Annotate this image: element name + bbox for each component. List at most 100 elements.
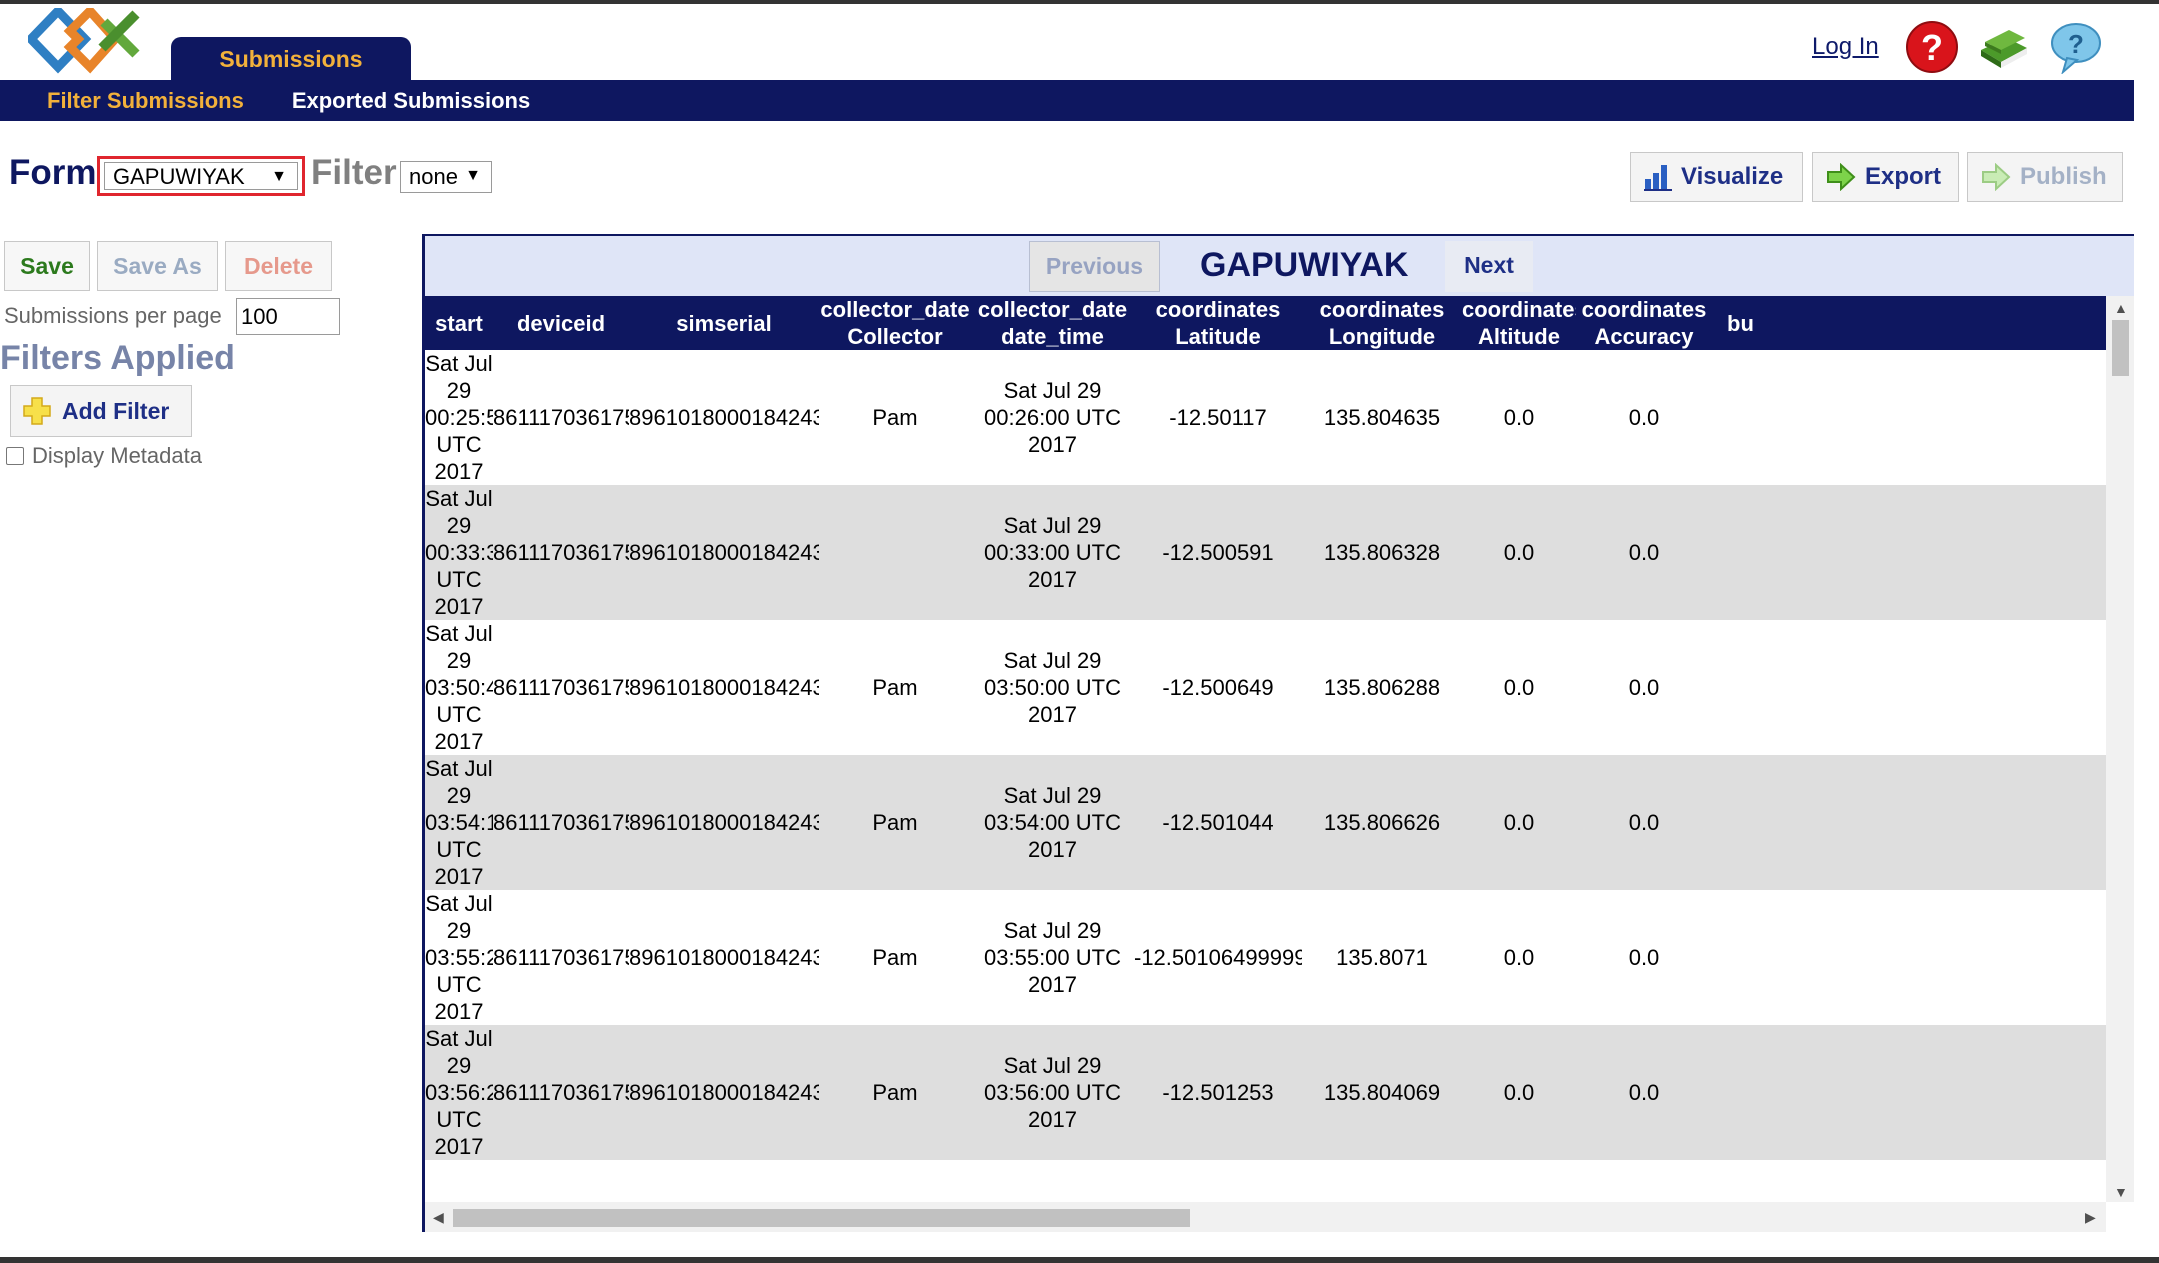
- table-cell-start: Sat Jul 29 00:25:55 UTC 2017: [425, 351, 493, 484]
- table-row[interactable]: Sat Jul 29 00:33:31 UTC 2017861117036175…: [425, 485, 2106, 620]
- table-cell-lon: 135.806288: [1323, 675, 1441, 700]
- column-header[interactable]: simserial: [629, 296, 819, 350]
- table-cell-simserial: [629, 1160, 819, 1202]
- table-body: Sat Jul 29 00:25:55 UTC 2017861117036175…: [425, 350, 2106, 1202]
- export-label: Export: [1865, 163, 1942, 190]
- svg-text:?: ?: [2068, 29, 2084, 59]
- chat-help-icon[interactable]: ?: [2049, 20, 2103, 74]
- table-cell-collector: Pam: [872, 945, 918, 970]
- column-header[interactable]: start: [425, 296, 493, 350]
- table-cell-alt: [1462, 1160, 1576, 1202]
- bar-chart-icon: [1644, 165, 1672, 191]
- scrollbar-thumb[interactable]: [453, 1209, 1190, 1227]
- table-row[interactable]: Sat Jul 29 03:56:21 UTC 2017861117036175…: [425, 1025, 2106, 1160]
- scrollbar-thumb[interactable]: [2112, 320, 2129, 376]
- header-links: Log In ? ?: [1812, 17, 2103, 77]
- column-header[interactable]: coordinates Longitude: [1302, 296, 1462, 350]
- table-cell-date-time: Sat Jul 29 03:56:00 UTC 2017: [971, 1025, 1134, 1160]
- table-cell-date-time: Sat Jul 29 03:50:00 UTC 2017: [984, 648, 1121, 727]
- table-cell-lon: 135.8071: [1336, 945, 1428, 970]
- visualize-label: Visualize: [1681, 163, 1784, 190]
- save-button[interactable]: Save: [4, 241, 90, 291]
- next-button[interactable]: Next: [1445, 241, 1533, 292]
- scroll-right-icon[interactable]: ▶: [2085, 1209, 2096, 1226]
- column-header[interactable]: collector_date date_time: [971, 296, 1134, 350]
- table-row[interactable]: Sat Jul 29 03:50:48 UTC 2017861117036175…: [425, 620, 2106, 755]
- table-cell-simserial: 89610180001842434052: [629, 945, 819, 970]
- submissions-table: start deviceid simserial collector_date C…: [425, 296, 2106, 1202]
- pager-bar: Previous GAPUWIYAK Next: [425, 236, 2134, 296]
- table-cell-lon: 135.806328: [1302, 485, 1462, 620]
- table-cell-lat: [1134, 1160, 1302, 1202]
- display-metadata-label: Display Metadata: [32, 443, 202, 468]
- table-cell-collector: Pam: [819, 755, 971, 890]
- odk-logo[interactable]: [28, 8, 140, 74]
- table-cell-lon: 135.804635: [1323, 405, 1441, 430]
- table-cell-alt: 0.0: [1503, 675, 1535, 700]
- scroll-left-icon[interactable]: ◀: [433, 1209, 444, 1226]
- column-header[interactable]: bu: [1712, 296, 2106, 350]
- table-cell-start: Sat Jul 29 03:54:16 UTC 2017: [425, 755, 493, 890]
- horizontal-scrollbar[interactable]: ◀ ▶: [425, 1202, 2106, 1232]
- table-cell-deviceid: 861117036175362: [493, 485, 629, 620]
- delete-button[interactable]: Delete: [225, 241, 332, 291]
- table-cell-lon: [1302, 1160, 1462, 1202]
- table-cell-bu: [1712, 1160, 2106, 1202]
- arrow-right-icon: [1982, 163, 2011, 191]
- table-cell-simserial: 89610180001842434052: [629, 405, 819, 430]
- table-cell-lat: -12.50117: [1169, 405, 1267, 430]
- table-row[interactable]: Sat Jul 29 Sat Jul 29: [425, 1160, 2106, 1203]
- scroll-up-icon[interactable]: ▲: [2114, 300, 2128, 316]
- save-as-button[interactable]: Save As: [97, 241, 218, 291]
- table-cell-bu: [1712, 890, 2106, 1025]
- column-header[interactable]: deviceid: [493, 296, 629, 350]
- table-cell-bu: [1712, 755, 2106, 890]
- table-cell-start: Sat Jul 29 03:55:24 UTC 2017: [425, 891, 493, 1024]
- publish-button[interactable]: Publish: [1967, 152, 2123, 202]
- filter-select[interactable]: none ▼: [400, 161, 492, 193]
- table-cell-lon: 135.806626: [1302, 755, 1462, 890]
- submissions-per-page-input[interactable]: 100: [236, 298, 340, 335]
- nav-exported-submissions[interactable]: Exported Submissions: [268, 88, 554, 114]
- form-select[interactable]: GAPUWIYAK ▼: [97, 156, 305, 196]
- dropdown-arrow-icon: ▼: [465, 167, 481, 184]
- submissions-pane: Previous GAPUWIYAK Next start deviceid s…: [422, 234, 2134, 1232]
- table-cell-alt: 0.0: [1503, 945, 1535, 970]
- help-icon[interactable]: ?: [1905, 20, 1959, 74]
- bottom-border: [0, 1257, 2159, 1263]
- top-border: [0, 0, 2159, 4]
- table-header-row: start deviceid simserial collector_date C…: [425, 296, 2106, 350]
- vertical-scrollbar[interactable]: ▲ ▼: [2106, 296, 2134, 1202]
- table-cell-alt: 0.0: [1462, 755, 1576, 890]
- column-header[interactable]: coordinates Accuracy: [1576, 296, 1712, 350]
- table-cell-collector: Pam: [819, 1025, 971, 1160]
- login-link[interactable]: Log In: [1812, 33, 1879, 61]
- previous-button[interactable]: Previous: [1029, 241, 1160, 292]
- column-header[interactable]: coordinates Altitude: [1462, 296, 1576, 350]
- table-cell-lat: -12.501064999999999: [1134, 945, 1302, 970]
- book-icon[interactable]: [1977, 20, 2031, 74]
- column-header[interactable]: coordinates Latitude: [1134, 296, 1302, 350]
- publish-label: Publish: [2020, 163, 2107, 190]
- table-cell-deviceid: 861117036175362: [493, 755, 629, 890]
- add-filter-button[interactable]: Add Filter: [10, 385, 192, 437]
- display-metadata-checkbox[interactable]: [6, 447, 24, 465]
- table-cell-simserial: 89610180001842434052: [629, 675, 819, 700]
- table-cell-simserial: 89610180001842434052: [629, 485, 819, 620]
- table-cell-lat: -12.500649: [1162, 675, 1274, 700]
- submissions-per-page-label: Submissions per page: [4, 303, 222, 328]
- table-row[interactable]: Sat Jul 29 03:54:16 UTC 2017861117036175…: [425, 755, 2106, 890]
- table-cell-collector: Pam: [872, 675, 918, 700]
- export-button[interactable]: Export: [1812, 152, 1959, 202]
- table-cell-bu: [1712, 350, 2106, 485]
- table-row[interactable]: Sat Jul 29 03:55:24 UTC 2017861117036175…: [425, 890, 2106, 1025]
- table-row[interactable]: Sat Jul 29 00:25:55 UTC 2017861117036175…: [425, 350, 2106, 485]
- filter-label: Filter: [311, 153, 397, 192]
- nav-filter-submissions[interactable]: Filter Submissions: [0, 88, 268, 114]
- tab-submissions[interactable]: Submissions: [171, 37, 411, 82]
- visualize-button[interactable]: Visualize: [1630, 152, 1803, 202]
- scroll-down-icon[interactable]: ▼: [2114, 1184, 2128, 1200]
- submissions-table-viewport: start deviceid simserial collector_date C…: [425, 296, 2106, 1202]
- table-cell-alt: 0.0: [1503, 405, 1535, 430]
- column-header[interactable]: collector_date Collector: [819, 296, 971, 350]
